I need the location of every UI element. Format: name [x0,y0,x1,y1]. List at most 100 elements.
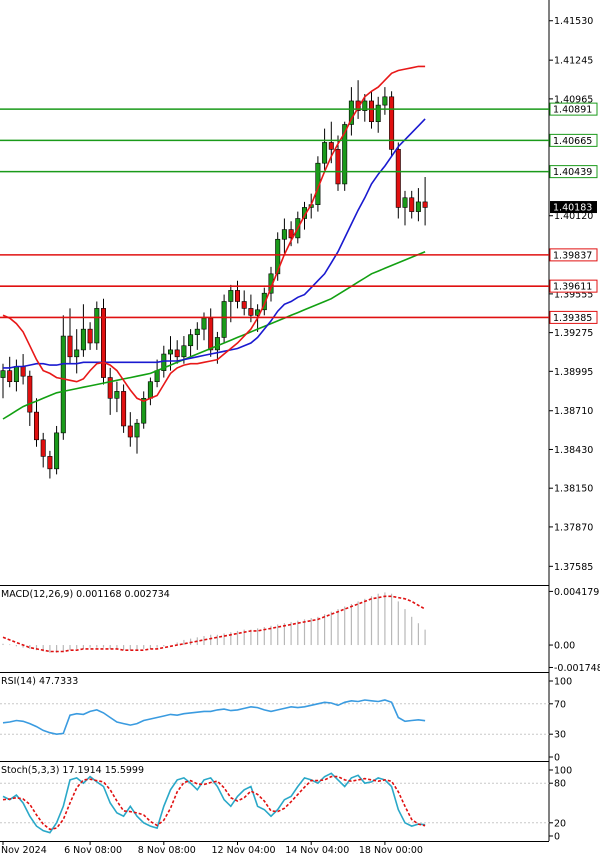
time-tick-label: 18 Nov 00:00 [359,845,423,855]
candle-body [422,201,428,208]
candle-body [409,197,415,212]
level-label: 1.39837 [553,250,592,261]
macd-histogram [2,592,426,653]
rsi-tick-label: 0 [554,753,560,764]
candle-body [395,149,401,208]
time-tick-label: 12 Nov 04:00 [212,845,276,855]
candle-body [389,96,395,150]
candle-body [87,328,93,344]
candle [7,356,13,388]
candle [422,177,428,226]
stoch-tick-label: 100 [554,766,572,777]
time-tick-label: 14 Nov 04:00 [285,845,349,855]
candle [281,218,287,254]
macd-label: MACD(12,26,9) 0.001168 0.002734 [1,589,170,600]
candle [375,96,381,133]
candle-body [147,381,153,399]
candle [40,432,46,468]
candle [154,359,160,388]
ma-mid-line [3,118,426,369]
macd-tick-label: -0.001748 [554,663,600,674]
macd-tick-label: 0.00 [554,641,575,652]
last-price-label: 1.40183 [553,203,592,214]
candle-body [127,425,133,438]
candle-body [7,370,13,383]
candle-body [47,456,53,470]
candle-body [74,349,80,358]
candle [241,290,247,316]
candle [74,329,80,374]
candle-body [322,142,328,164]
candle-body [375,104,381,123]
candle [355,80,361,119]
rsi-tick-label: 100 [554,677,572,688]
candle-body [94,308,100,344]
candle [368,91,374,129]
candle-body [328,142,334,150]
time-tick-label: 8 Nov 08:00 [138,845,196,855]
rsi-tick-label: 30 [554,730,566,741]
price-tick-label: 1.37870 [554,522,593,533]
candle [94,301,100,350]
candle-body [33,411,39,441]
candle [188,329,194,357]
candle [134,419,140,454]
candle [101,298,107,385]
candle-body [60,335,66,434]
chart-svg: 1.415301.412451.409651.401201.395551.392… [0,0,600,856]
candle-body [27,375,33,413]
candle [13,359,19,392]
candle [147,377,153,406]
candle [20,354,26,385]
candle-body [154,370,160,383]
candle [402,190,408,226]
candle-body [181,345,187,358]
rsi-label: RSI(14) 47.7333 [1,676,78,687]
candle-body [402,197,408,208]
level-label: 1.39385 [553,313,592,324]
candle [348,87,354,136]
rsi-line [2,699,426,736]
candle-body [235,290,241,302]
level-label: 1.40665 [553,136,592,147]
level-label: 1.40891 [553,105,592,116]
candle-body [188,334,194,347]
candle [87,322,93,350]
price-tick-label: 1.38430 [554,445,593,456]
candle [395,142,401,219]
candle-body [228,290,234,302]
candle [221,294,227,343]
stoch-label: Stoch(5,3,3) 17.1914 15.5999 [1,765,144,776]
candle-body [214,337,220,351]
candle-body [114,391,120,399]
macd-signal-line [2,595,426,653]
candle-body [281,229,287,240]
candle [80,304,86,357]
rsi-tick-label: 70 [554,699,566,710]
trading-chart: 1.41530 1.41245 1.40965 1.40120 1.39555 1.392… [0,0,600,856]
candle [409,190,415,219]
price-tick-label: 1.38150 [554,484,593,495]
level-lines: 1.40891 1.40665 1.40439 1.39837 1.39611 1.393… [0,102,598,324]
candle [27,370,33,426]
candle [235,280,241,309]
stoch-tick-label: 80 [554,779,566,790]
candle-body [201,317,207,330]
candle [47,450,53,479]
candle-body [415,201,421,212]
price-tick-label: 1.41245 [554,56,593,67]
candle-body [67,335,73,358]
candle-body [168,349,174,355]
candle-body [80,328,86,351]
ma-fast-line [2,65,426,402]
stoch-tick-label: 20 [554,818,566,829]
price-ticks: 1.415301.412451.409651.401201.395551.392… [549,16,593,573]
candle [127,412,133,447]
candle [33,398,39,447]
candle [322,128,328,171]
candle-body [141,397,147,424]
stoch-tick-label: 0 [554,832,560,843]
candle [107,367,113,415]
candle-body [134,422,140,438]
candle-body [54,432,60,470]
